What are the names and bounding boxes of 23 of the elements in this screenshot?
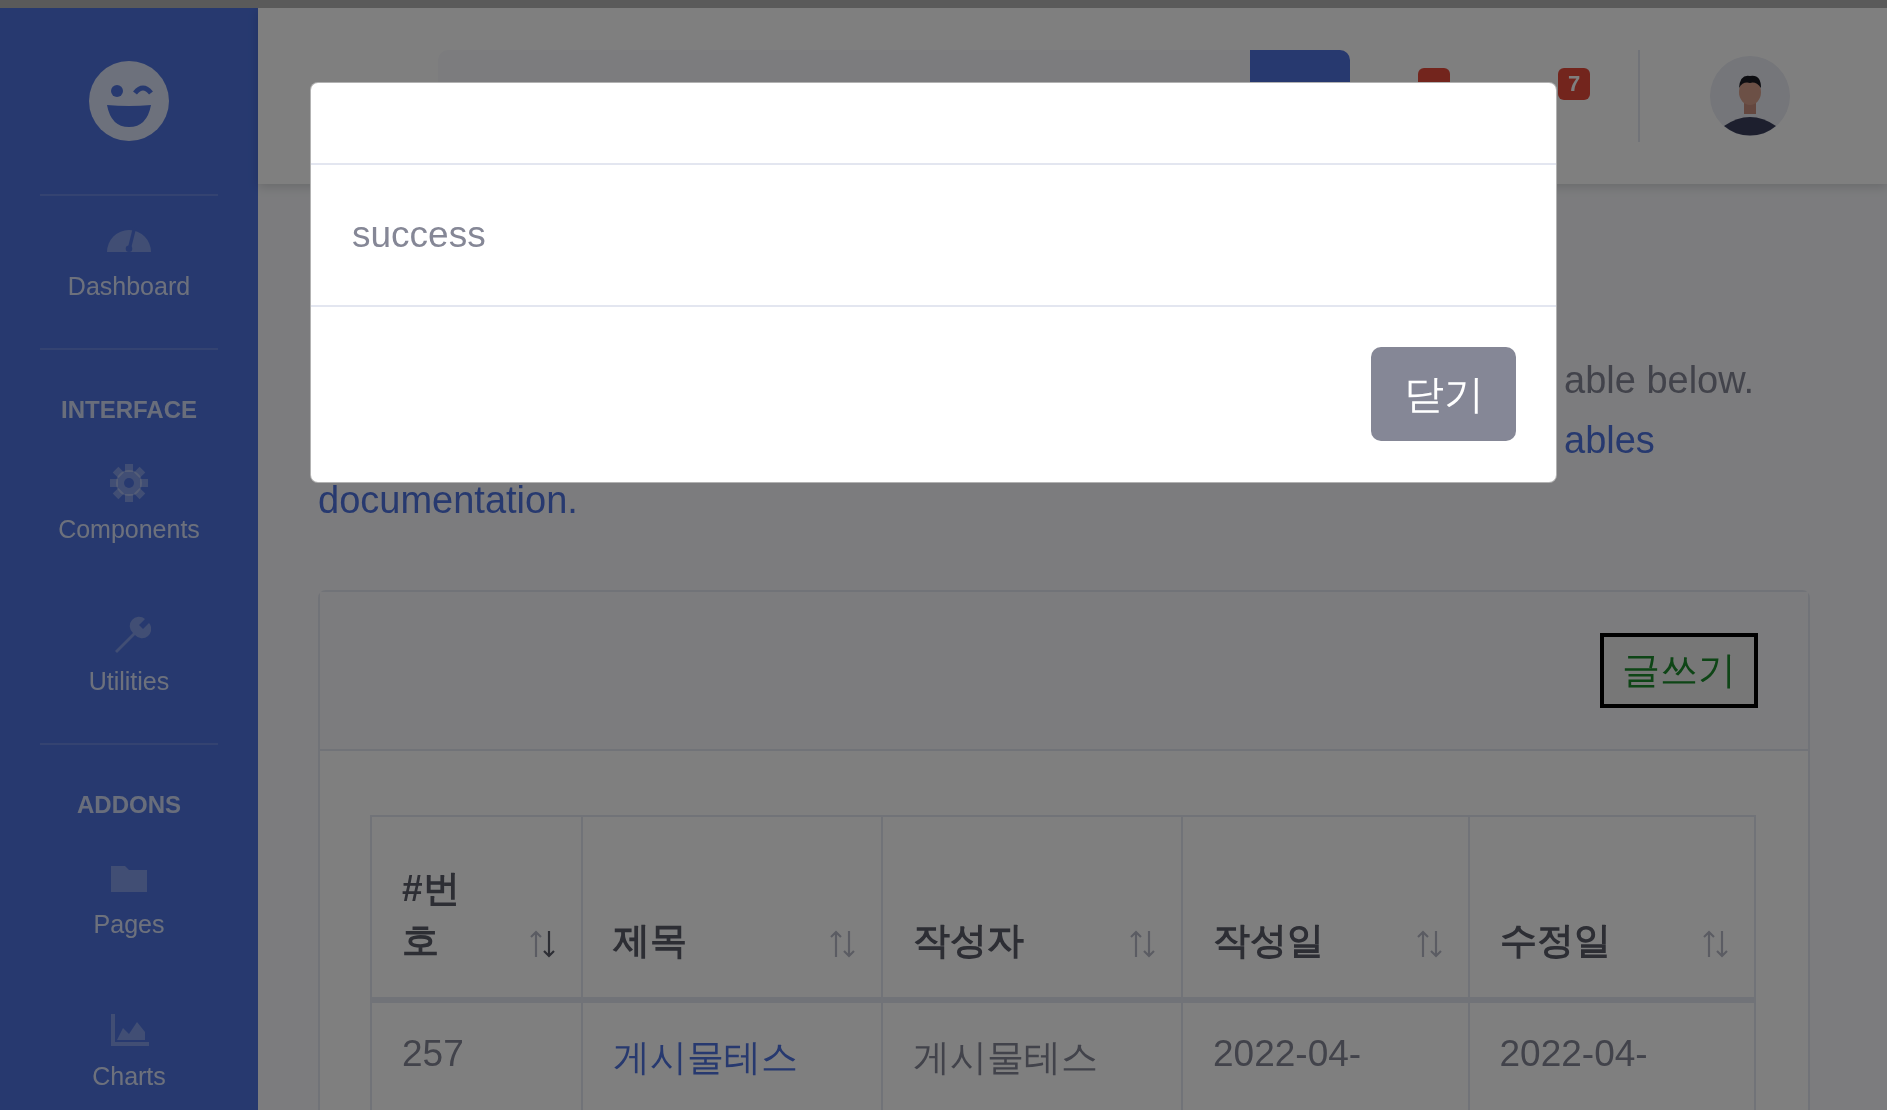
sidebar-item[interactable]: Dashboard (67, 196, 191, 348)
column-header[interactable]: 작성일 (1182, 816, 1469, 1000)
documentation-link[interactable]: ables (1564, 419, 1655, 461)
table-cell: 257 (371, 1000, 582, 1110)
sidebar-heading: ADDONS (77, 791, 181, 819)
sidebar-item[interactable]: Components (58, 439, 200, 591)
avatar-icon[interactable] (1710, 56, 1790, 136)
sidebar-item[interactable]: Pages (93, 834, 165, 986)
sidebar-heading: INTERFACE (61, 396, 197, 424)
alert-count-badge: 7 (1558, 68, 1590, 100)
write-button[interactable]: 글쓰기 (1600, 633, 1758, 708)
column-header[interactable]: #번호 (371, 816, 582, 1000)
intro-text: able below. (1564, 359, 1755, 401)
column-header[interactable]: 작성자 (882, 816, 1182, 1000)
column-header[interactable]: 수정일 (1468, 816, 1755, 1000)
modal-message: success (352, 214, 486, 256)
sidebar-item[interactable]: Charts (92, 986, 166, 1110)
documentation-link[interactable]: documentation. (318, 479, 578, 521)
close-button[interactable]: 닫기 (1371, 347, 1516, 441)
winking-face-icon[interactable] (89, 61, 169, 141)
column-header[interactable]: 제목 (582, 816, 882, 1000)
post-title-link[interactable]: 게시물테스 (613, 1037, 798, 1078)
sidebar-item[interactable]: Utilities (88, 591, 170, 743)
